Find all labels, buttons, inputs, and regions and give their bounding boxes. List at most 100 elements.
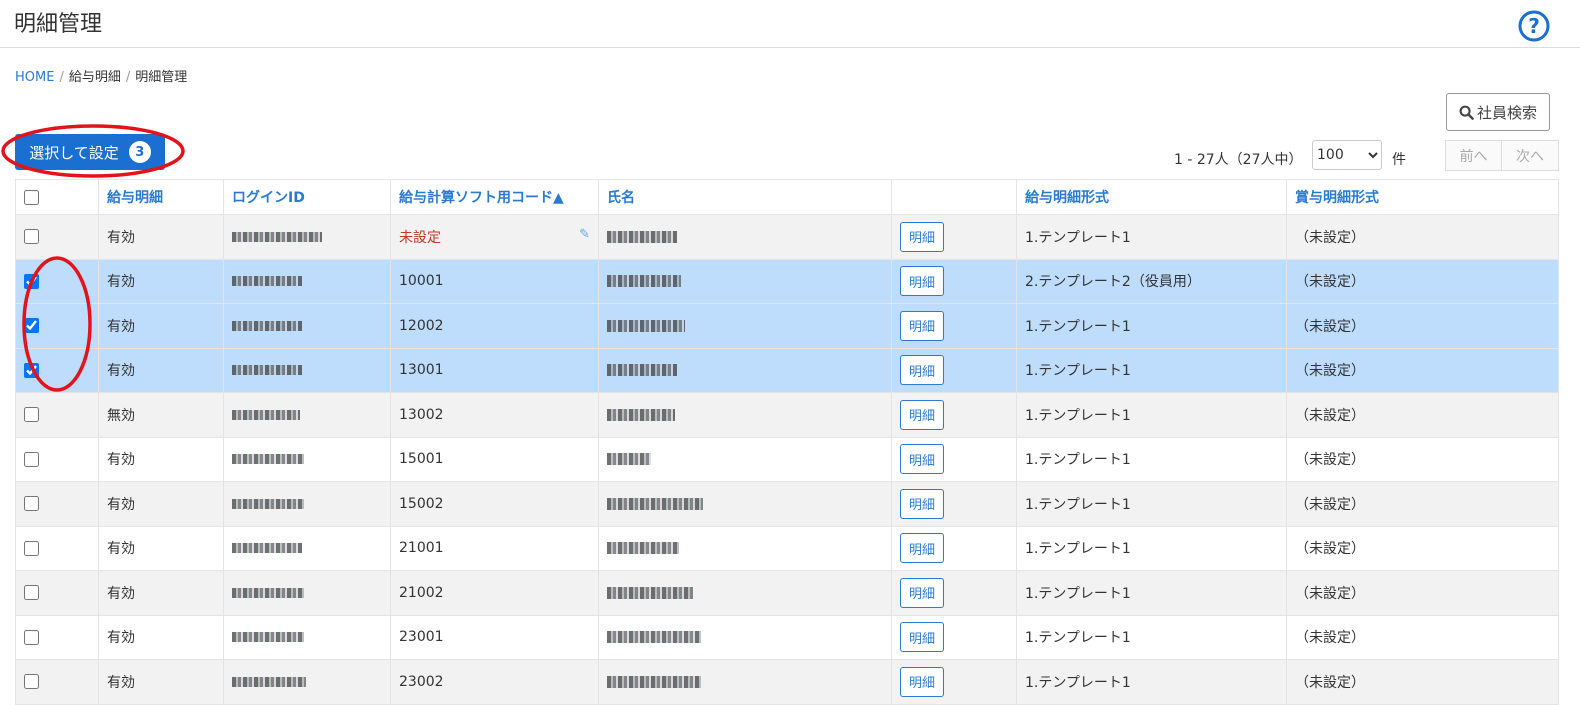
table-row[interactable]: 有効 21001 明細 1.テンプレート1 （未設定）	[15, 525, 1559, 571]
redacted-name	[607, 275, 681, 288]
table-row[interactable]: 有効 12002 明細 1.テンプレート1 （未設定）	[15, 303, 1559, 349]
detail-cell: 明細	[891, 214, 1017, 260]
detail-button[interactable]: 明細	[900, 488, 945, 519]
breadcrumb-home-link[interactable]: HOME	[15, 70, 54, 85]
software-code: 12002	[399, 317, 444, 334]
bonus-format: （未設定）	[1286, 481, 1559, 527]
row-select-checkbox[interactable]	[24, 362, 39, 378]
next-page-button[interactable]: 次へ	[1502, 140, 1559, 171]
bonus-format: （未設定）	[1286, 436, 1559, 482]
table-row[interactable]: 有効 23001 明細 1.テンプレート1 （未設定）	[15, 614, 1559, 660]
detail-button[interactable]: 明細	[900, 533, 945, 564]
code-cell: 12002	[390, 303, 599, 349]
detail-cell: 明細	[891, 303, 1017, 349]
redacted-login-id	[232, 498, 304, 509]
redacted-login-id	[232, 676, 306, 687]
name-cell	[598, 258, 892, 304]
column-header-payslip[interactable]: 給与明細	[98, 179, 224, 215]
code-cell: 23001	[390, 614, 599, 660]
row-select-checkbox[interactable]	[24, 540, 39, 556]
breadcrumb: HOME / 給与明細 / 明細管理	[15, 66, 187, 85]
payslip-status: 有効	[98, 214, 224, 260]
per-page-select[interactable]: 100	[1312, 140, 1382, 170]
redacted-name	[607, 586, 693, 599]
table-row[interactable]: 有効 21002 明細 1.テンプレート1 （未設定）	[15, 570, 1559, 616]
prev-page-button[interactable]: 前へ	[1445, 140, 1502, 171]
code-cell: 21002	[390, 570, 599, 616]
table-header-row: 給与明細 ログインID 給与計算ソフト用コード▲ 氏名 給与明細形式 賞与明細形…	[15, 179, 1559, 215]
select-all-checkbox[interactable]	[24, 189, 39, 205]
row-select-checkbox[interactable]	[24, 629, 39, 645]
detail-button[interactable]: 明細	[900, 310, 945, 341]
employee-search-label: 社員検索	[1476, 103, 1537, 122]
detail-button[interactable]: 明細	[900, 221, 945, 252]
redacted-login-id	[232, 276, 302, 287]
table-row[interactable]: 有効 15002 明細 1.テンプレート1 （未設定）	[15, 481, 1559, 527]
table-row[interactable]: 有効 10001 明細 2.テンプレート2（役員用） （未設定）	[15, 258, 1559, 304]
breadcrumb-payslip: 給与明細	[68, 70, 121, 85]
name-cell	[598, 659, 892, 705]
bonus-format: （未設定）	[1286, 392, 1559, 438]
row-select-checkbox[interactable]	[24, 674, 39, 690]
question-circle-icon[interactable]: ?	[1518, 10, 1550, 42]
select-and-set-button[interactable]: 選択して設定 3	[15, 134, 165, 170]
row-select-checkbox[interactable]	[24, 585, 39, 601]
code-cell: 13002	[390, 392, 599, 438]
software-code: 15001	[399, 451, 444, 468]
column-header-payslip-format[interactable]: 給与明細形式	[1016, 179, 1287, 215]
redacted-name	[607, 542, 679, 555]
row-select-checkbox[interactable]	[24, 496, 39, 512]
pager: 前へ 次へ	[1445, 140, 1559, 171]
login-id-cell	[223, 347, 391, 393]
detail-button[interactable]: 明細	[900, 622, 945, 653]
row-select-checkbox[interactable]	[24, 229, 39, 245]
detail-button[interactable]: 明細	[900, 266, 945, 297]
payslip-format: 1.テンプレート1	[1016, 436, 1287, 482]
detail-cell: 明細	[891, 481, 1017, 527]
login-id-cell	[223, 258, 391, 304]
software-code: 未設定	[399, 229, 441, 246]
payslip-status: 有効	[98, 258, 224, 304]
redacted-login-id	[232, 409, 300, 420]
software-code: 23002	[399, 673, 444, 690]
table-row[interactable]: 有効 未設定 ✎ 明細 1.テンプレート1 （未設定）	[15, 214, 1559, 260]
table-row[interactable]: 有効 15001 明細 1.テンプレート1 （未設定）	[15, 436, 1559, 482]
column-header-bonus-format[interactable]: 賞与明細形式	[1286, 179, 1559, 215]
table-row[interactable]: 有効 13001 明細 1.テンプレート1 （未設定）	[15, 347, 1559, 393]
detail-cell: 明細	[891, 392, 1017, 438]
column-header-login-id[interactable]: ログインID	[223, 179, 391, 215]
column-header-code[interactable]: 給与計算ソフト用コード▲	[390, 179, 599, 215]
detail-button[interactable]: 明細	[900, 666, 945, 697]
payslip-status: 有効	[98, 481, 224, 527]
table-row[interactable]: 有効 23002 明細 1.テンプレート1 （未設定）	[15, 659, 1559, 705]
breadcrumb-current: 明細管理	[135, 70, 188, 85]
table-row[interactable]: 無効 13002 明細 1.テンプレート1 （未設定）	[15, 392, 1559, 438]
row-select-cell	[15, 659, 99, 705]
code-cell: 10001	[390, 258, 599, 304]
detail-button[interactable]: 明細	[900, 355, 945, 386]
payslip-status: 有効	[98, 436, 224, 482]
row-select-checkbox[interactable]	[24, 451, 39, 467]
payslip-status: 有効	[98, 525, 224, 571]
code-cell[interactable]: 未設定 ✎	[390, 214, 599, 260]
redacted-login-id	[232, 543, 302, 554]
name-cell	[598, 303, 892, 349]
detail-button[interactable]: 明細	[900, 399, 945, 430]
column-header-name[interactable]: 氏名	[598, 179, 892, 215]
redacted-login-id	[232, 587, 304, 598]
row-select-checkbox[interactable]	[24, 407, 39, 423]
detail-button[interactable]: 明細	[900, 444, 945, 475]
row-select-checkbox[interactable]	[24, 273, 39, 289]
name-cell	[598, 214, 892, 260]
detail-cell: 明細	[891, 347, 1017, 393]
bonus-format: （未設定）	[1286, 303, 1559, 349]
employee-table: 給与明細 ログインID 給与計算ソフト用コード▲ 氏名 給与明細形式 賞与明細形…	[15, 179, 1559, 705]
detail-button[interactable]: 明細	[900, 577, 945, 608]
employee-search-button[interactable]: 社員検索	[1446, 93, 1550, 131]
payslip-format: 1.テンプレート1	[1016, 347, 1287, 393]
pencil-icon[interactable]: ✎	[579, 227, 590, 242]
row-select-checkbox[interactable]	[24, 318, 39, 334]
login-id-cell	[223, 392, 391, 438]
software-code: 21001	[399, 540, 444, 557]
row-select-cell	[15, 303, 99, 349]
